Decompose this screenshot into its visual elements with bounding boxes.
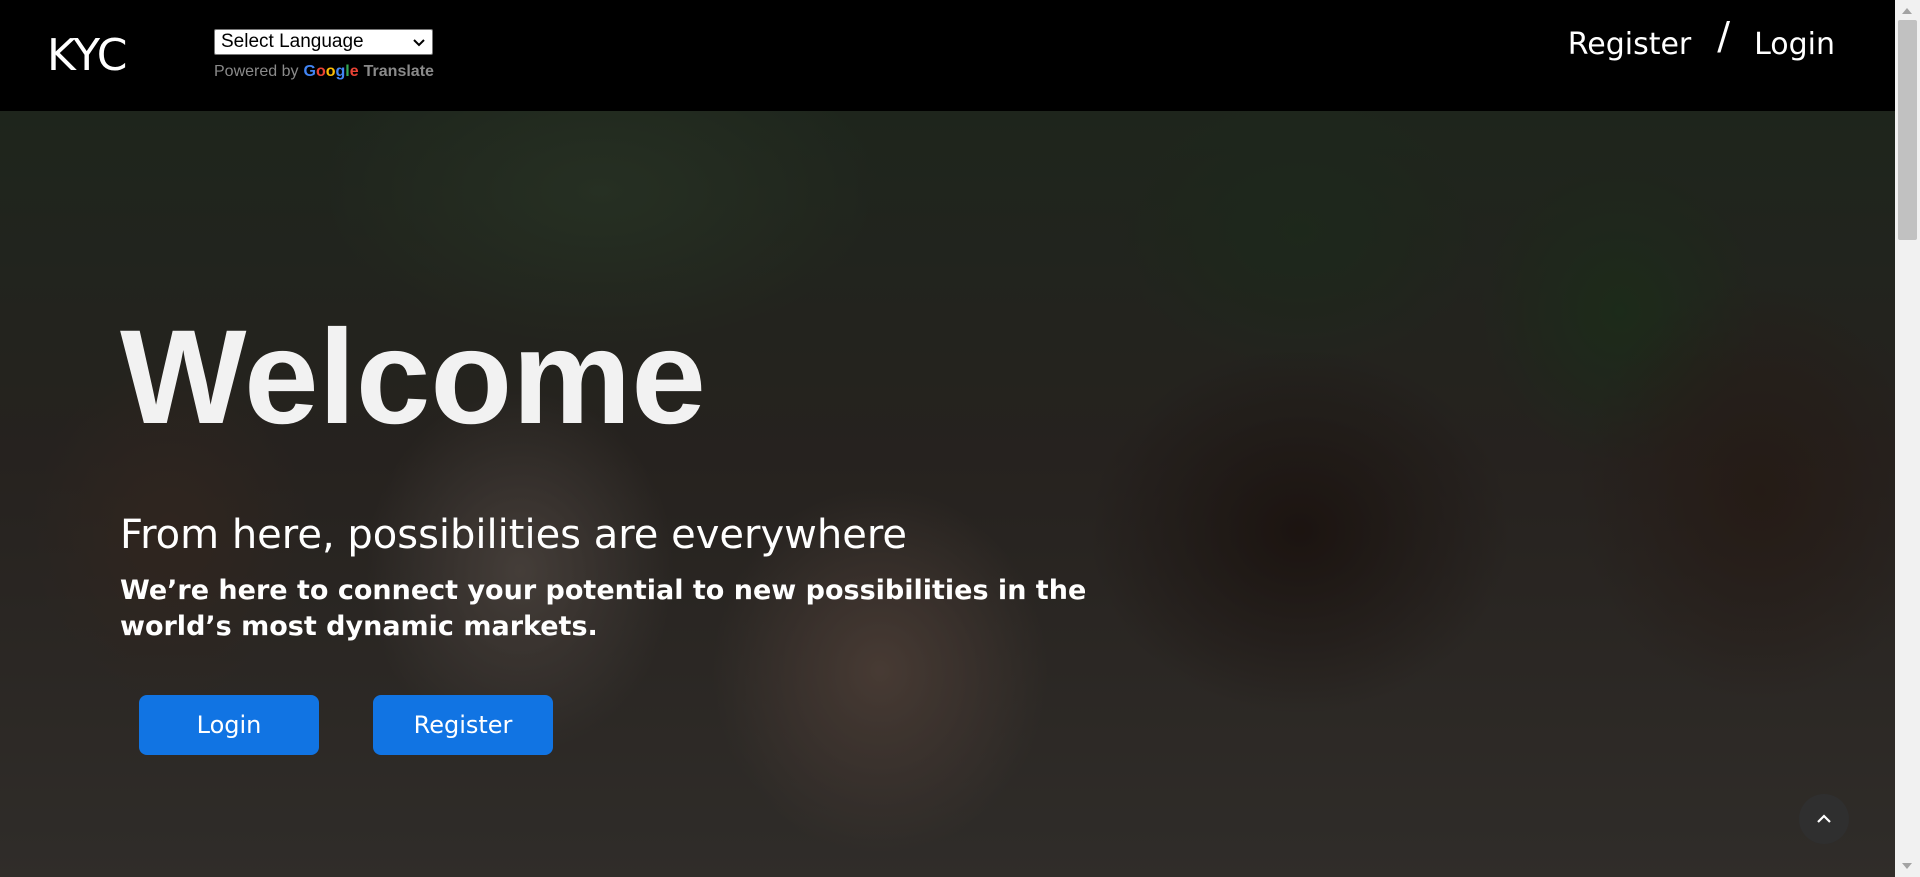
translate-label: Translate bbox=[363, 63, 434, 80]
nav-separator: / bbox=[1717, 14, 1731, 58]
language-select[interactable]: Select Language bbox=[214, 29, 433, 55]
vertical-scrollbar[interactable] bbox=[1895, 0, 1920, 877]
hero-description: We’re here to connect your potential to … bbox=[120, 575, 1087, 642]
google-logo[interactable]: Google bbox=[304, 63, 359, 81]
nav-register-link[interactable]: Register bbox=[1568, 27, 1692, 62]
hero-buttons: Login Register bbox=[139, 695, 553, 755]
site-header: KYC Select Language Powered by Google Tr… bbox=[0, 0, 1895, 111]
scrollbar-thumb[interactable] bbox=[1898, 20, 1917, 240]
hero-title: Welcome bbox=[120, 303, 706, 452]
page: KYC Select Language Powered by Google Tr… bbox=[0, 0, 1895, 877]
nav-login-link[interactable]: Login bbox=[1754, 27, 1835, 62]
chevron-up-icon bbox=[1817, 814, 1831, 823]
back-to-top-button[interactable] bbox=[1799, 794, 1849, 844]
chevron-down-icon bbox=[413, 39, 425, 47]
register-button[interactable]: Register bbox=[373, 695, 553, 755]
scroll-up-arrow-icon[interactable] bbox=[1902, 8, 1912, 14]
hero-subtitle: From here, possibilities are everywhere bbox=[120, 512, 907, 558]
login-button[interactable]: Login bbox=[139, 695, 319, 755]
powered-by-label: Powered by bbox=[214, 63, 299, 80]
powered-by-google-translate: Powered by Google Translate bbox=[214, 63, 434, 81]
google-translate-widget: Select Language Powered by Google Transl… bbox=[214, 29, 434, 81]
language-select-value: Select Language bbox=[221, 31, 364, 52]
hero-section: Welcome From here, possibilities are eve… bbox=[0, 111, 1895, 877]
site-logo[interactable]: KYC bbox=[47, 30, 127, 81]
top-nav: Register / Login bbox=[1568, 14, 1835, 66]
hero-background-image bbox=[0, 111, 1895, 877]
scroll-down-arrow-icon[interactable] bbox=[1902, 863, 1912, 869]
